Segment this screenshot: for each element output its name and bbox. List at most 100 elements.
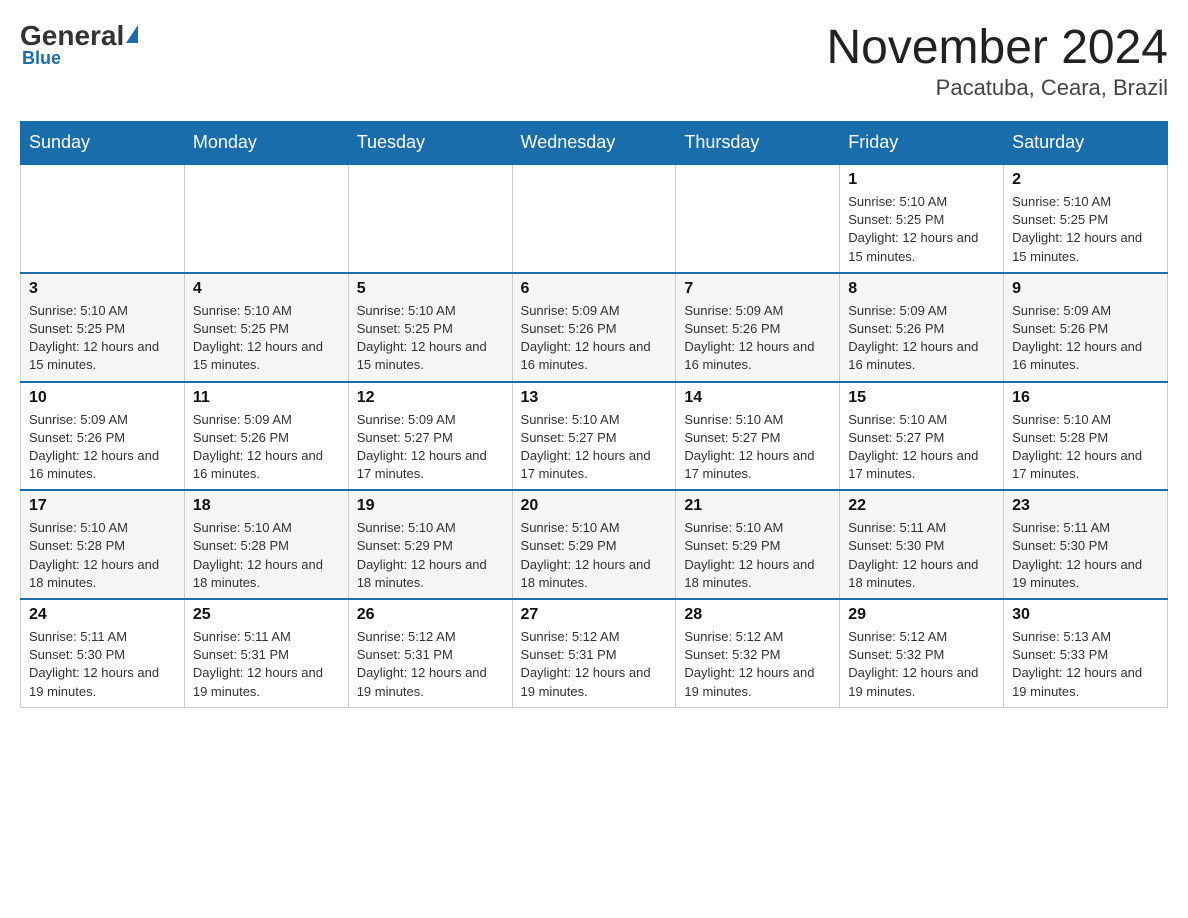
day-number: 24 xyxy=(29,606,176,624)
calendar-header-monday: Monday xyxy=(184,122,348,165)
day-number: 7 xyxy=(684,280,831,298)
calendar-header-saturday: Saturday xyxy=(1004,122,1168,165)
week-row-1: 1 Sunrise: 5:10 AMSunset: 5:25 PMDaylight… xyxy=(21,164,1168,273)
calendar-cell xyxy=(184,164,348,273)
day-number: 10 xyxy=(29,389,176,407)
day-number: 22 xyxy=(848,497,995,515)
day-number: 4 xyxy=(193,280,340,298)
calendar-header-friday: Friday xyxy=(840,122,1004,165)
calendar-cell: 20Sunrise: 5:10 AMSunset: 5:29 PMDayligh… xyxy=(512,490,676,599)
calendar-cell: 24 Sunrise: 5:11 AMSunset: 5:30 PMDayligh… xyxy=(21,599,185,707)
month-title: November 2024 xyxy=(826,20,1168,75)
day-number: 16 xyxy=(1012,389,1159,407)
calendar-cell xyxy=(21,164,185,273)
calendar-cell: 27 Sunrise: 5:12 AMSunset: 5:31 PMDayligh… xyxy=(512,599,676,707)
day-info: Sunrise: 5:10 AMSunset: 5:25 PMDaylight:… xyxy=(1012,193,1159,266)
day-number: 12 xyxy=(357,389,504,407)
calendar-cell: 9 Sunrise: 5:09 AMSunset: 5:26 PMDaylight… xyxy=(1004,273,1168,382)
day-info: Sunrise: 5:12 AMSunset: 5:31 PMDaylight:… xyxy=(357,628,504,701)
day-info: Sunrise: 5:09 AMSunset: 5:26 PMDaylight:… xyxy=(193,411,340,484)
day-info: Sunrise: 5:10 AMSunset: 5:27 PMDaylight:… xyxy=(848,411,995,484)
logo-triangle-icon xyxy=(126,25,138,43)
day-number: 29 xyxy=(848,606,995,624)
calendar-cell: 13Sunrise: 5:10 AMSunset: 5:27 PMDayligh… xyxy=(512,382,676,491)
day-info: Sunrise: 5:10 AMSunset: 5:28 PMDaylight:… xyxy=(193,519,340,592)
calendar-cell xyxy=(676,164,840,273)
calendar-cell xyxy=(348,164,512,273)
day-info: Sunrise: 5:09 AMSunset: 5:26 PMDaylight:… xyxy=(684,302,831,375)
calendar-cell: 4 Sunrise: 5:10 AMSunset: 5:25 PMDaylight… xyxy=(184,273,348,382)
day-info: Sunrise: 5:09 AMSunset: 5:26 PMDaylight:… xyxy=(29,411,176,484)
calendar-header-sunday: Sunday xyxy=(21,122,185,165)
day-number: 28 xyxy=(684,606,831,624)
day-number: 23 xyxy=(1012,497,1159,515)
calendar-cell: 3Sunrise: 5:10 AMSunset: 5:25 PMDaylight… xyxy=(21,273,185,382)
calendar-table: SundayMondayTuesdayWednesdayThursdayFrid… xyxy=(20,121,1168,708)
location-text: Pacatuba, Ceara, Brazil xyxy=(826,75,1168,101)
day-number: 26 xyxy=(357,606,504,624)
logo-blue-text: Blue xyxy=(22,48,61,69)
day-number: 1 xyxy=(848,171,995,189)
day-number: 9 xyxy=(1012,280,1159,298)
calendar-header-wednesday: Wednesday xyxy=(512,122,676,165)
day-number: 30 xyxy=(1012,606,1159,624)
day-number: 25 xyxy=(193,606,340,624)
day-number: 2 xyxy=(1012,171,1159,189)
calendar-cell: 8Sunrise: 5:09 AMSunset: 5:26 PMDaylight… xyxy=(840,273,1004,382)
day-number: 19 xyxy=(357,497,504,515)
calendar-cell: 6 Sunrise: 5:09 AMSunset: 5:26 PMDaylight… xyxy=(512,273,676,382)
day-info: Sunrise: 5:13 AMSunset: 5:33 PMDaylight:… xyxy=(1012,628,1159,701)
day-info: Sunrise: 5:09 AMSunset: 5:26 PMDaylight:… xyxy=(521,302,668,375)
page-header: General Blue November 2024 Pacatuba, Cea… xyxy=(20,20,1168,101)
day-number: 8 xyxy=(848,280,995,298)
day-info: Sunrise: 5:10 AMSunset: 5:29 PMDaylight:… xyxy=(357,519,504,592)
calendar-cell: 16 Sunrise: 5:10 AMSunset: 5:28 PMDayligh… xyxy=(1004,382,1168,491)
calendar-cell: 18 Sunrise: 5:10 AMSunset: 5:28 PMDayligh… xyxy=(184,490,348,599)
week-row-3: 10 Sunrise: 5:09 AMSunset: 5:26 PMDayligh… xyxy=(21,382,1168,491)
day-info: Sunrise: 5:10 AMSunset: 5:25 PMDaylight:… xyxy=(193,302,340,375)
calendar-cell: 17Sunrise: 5:10 AMSunset: 5:28 PMDayligh… xyxy=(21,490,185,599)
day-number: 18 xyxy=(193,497,340,515)
calendar-cell: 11 Sunrise: 5:09 AMSunset: 5:26 PMDayligh… xyxy=(184,382,348,491)
calendar-header-thursday: Thursday xyxy=(676,122,840,165)
day-info: Sunrise: 5:10 AMSunset: 5:27 PMDaylight:… xyxy=(684,411,831,484)
week-row-4: 17 Sunrise: 5:10 AMSunset: 5:28 PMDayligh… xyxy=(21,490,1168,599)
day-info: Sunrise: 5:09 AMSunset: 5:27 PMDaylight:… xyxy=(357,411,504,484)
calendar-cell: 29 Sunrise: 5:12 AMSunset: 5:32 PMDayligh… xyxy=(840,599,1004,707)
calendar-header-tuesday: Tuesday xyxy=(348,122,512,165)
day-info: Sunrise: 5:11 AMSunset: 5:30 PMDaylight:… xyxy=(29,628,176,701)
day-info: Sunrise: 5:09 AMSunset: 5:26 PMDaylight:… xyxy=(1012,302,1159,375)
day-info: Sunrise: 5:11 AMSunset: 5:30 PMDaylight:… xyxy=(848,519,995,592)
calendar-cell: 21 Sunrise: 5:10 AMSunset: 5:29 PMDayligh… xyxy=(676,490,840,599)
day-number: 15 xyxy=(848,389,995,407)
week-row-5: 24 Sunrise: 5:11 AMSunset: 5:30 PMDayligh… xyxy=(21,599,1168,707)
day-number: 6 xyxy=(521,280,668,298)
day-info: Sunrise: 5:10 AMSunset: 5:28 PMDaylight:… xyxy=(1012,411,1159,484)
calendar-cell: 22 Sunrise: 5:11 AMSunset: 5:30 PMDayligh… xyxy=(840,490,1004,599)
day-info: Sunrise: 5:10 AMSunset: 5:27 PMDaylight:… xyxy=(521,411,668,484)
week-row-2: 3Sunrise: 5:10 AMSunset: 5:25 PMDaylight… xyxy=(21,273,1168,382)
calendar-cell: 30 Sunrise: 5:13 AMSunset: 5:33 PMDayligh… xyxy=(1004,599,1168,707)
day-info: Sunrise: 5:11 AMSunset: 5:30 PMDaylight:… xyxy=(1012,519,1159,592)
calendar-cell: 26 Sunrise: 5:12 AMSunset: 5:31 PMDayligh… xyxy=(348,599,512,707)
calendar-cell: 28Sunrise: 5:12 AMSunset: 5:32 PMDayligh… xyxy=(676,599,840,707)
day-info: Sunrise: 5:12 AMSunset: 5:31 PMDaylight:… xyxy=(521,628,668,701)
day-info: Sunrise: 5:10 AMSunset: 5:25 PMDaylight:… xyxy=(29,302,176,375)
day-info: Sunrise: 5:12 AMSunset: 5:32 PMDaylight:… xyxy=(848,628,995,701)
day-number: 11 xyxy=(193,389,340,407)
day-number: 14 xyxy=(684,389,831,407)
day-number: 21 xyxy=(684,497,831,515)
logo: General Blue xyxy=(20,20,138,69)
day-number: 20 xyxy=(521,497,668,515)
title-block: November 2024 Pacatuba, Ceara, Brazil xyxy=(826,20,1168,101)
calendar-cell: 12 Sunrise: 5:09 AMSunset: 5:27 PMDayligh… xyxy=(348,382,512,491)
calendar-cell: 14 Sunrise: 5:10 AMSunset: 5:27 PMDayligh… xyxy=(676,382,840,491)
calendar-cell: 1 Sunrise: 5:10 AMSunset: 5:25 PMDaylight… xyxy=(840,164,1004,273)
calendar-cell: 15 Sunrise: 5:10 AMSunset: 5:27 PMDayligh… xyxy=(840,382,1004,491)
day-number: 17 xyxy=(29,497,176,515)
day-info: Sunrise: 5:10 AMSunset: 5:25 PMDaylight:… xyxy=(848,193,995,266)
day-info: Sunrise: 5:10 AMSunset: 5:29 PMDaylight:… xyxy=(684,519,831,592)
day-info: Sunrise: 5:11 AMSunset: 5:31 PMDaylight:… xyxy=(193,628,340,701)
day-number: 27 xyxy=(521,606,668,624)
calendar-cell: 25 Sunrise: 5:11 AMSunset: 5:31 PMDayligh… xyxy=(184,599,348,707)
